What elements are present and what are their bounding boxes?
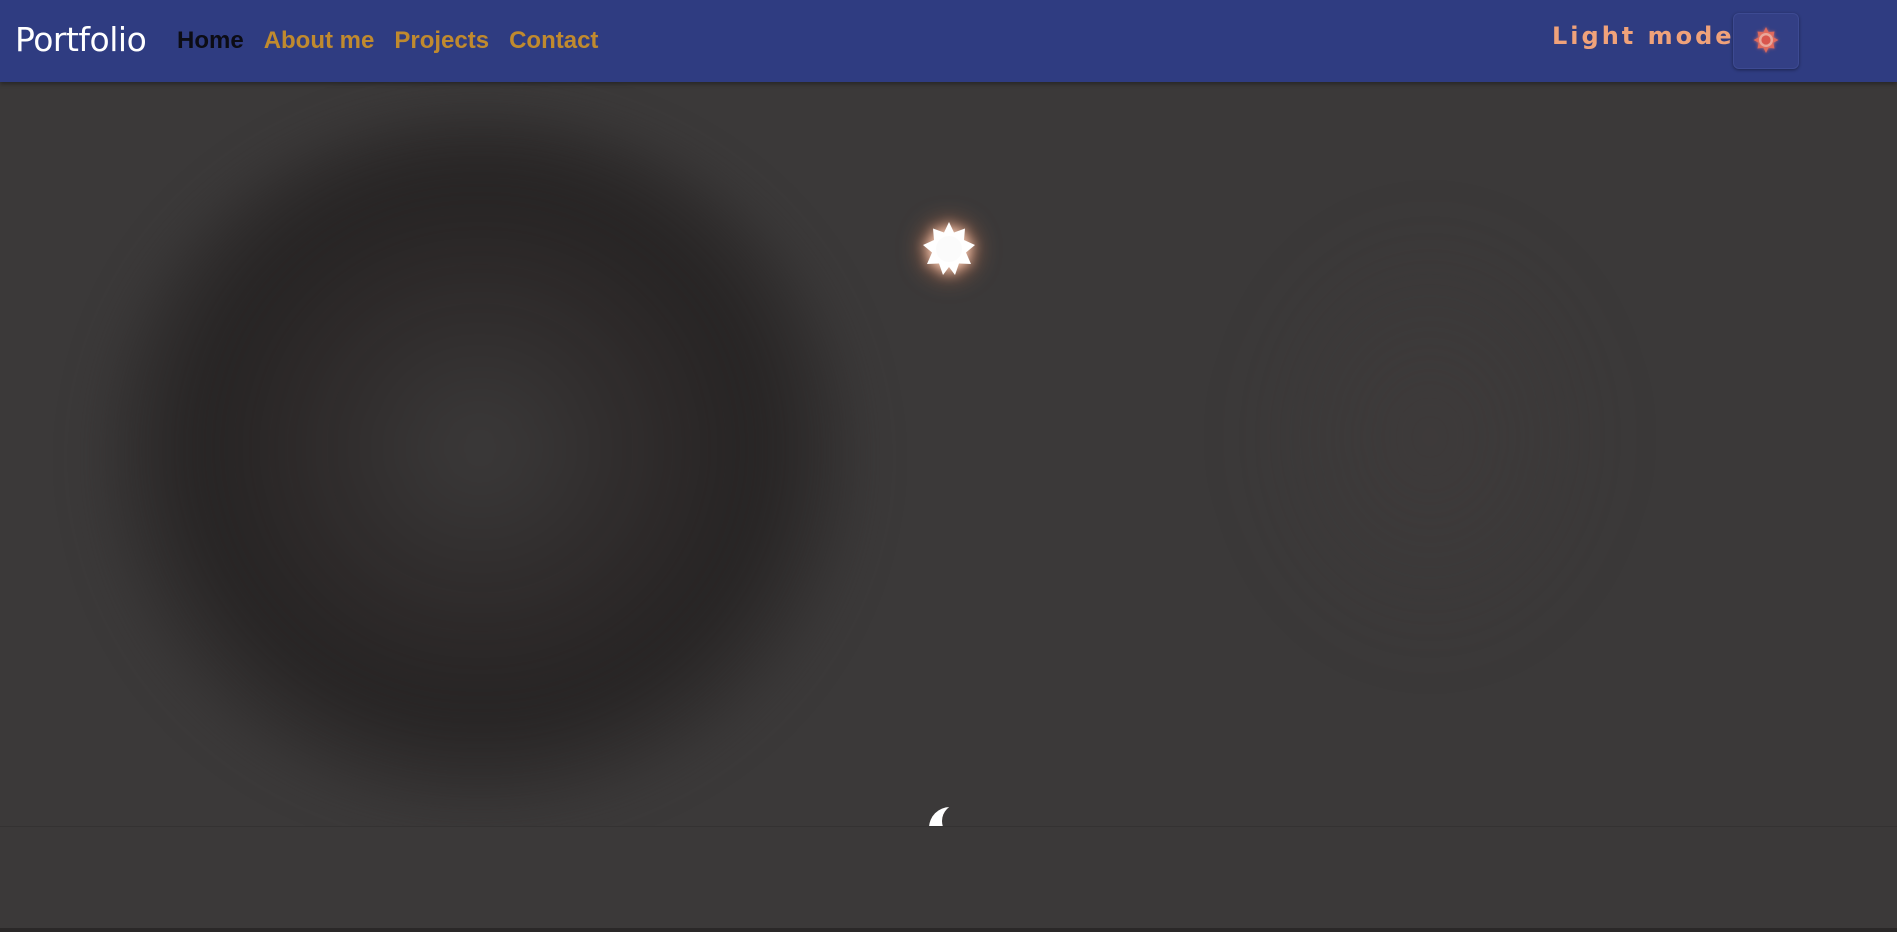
top-navbar: Portfolio Home About me Projects Contact…: [0, 0, 1897, 82]
nav-link-home[interactable]: Home: [177, 27, 244, 55]
nav-links: Home About me Projects Contact: [177, 27, 598, 55]
nav-link-contact[interactable]: Contact: [509, 27, 598, 55]
hero-section: [0, 82, 1897, 826]
sun-icon: [923, 222, 975, 275]
nav-link-about-me[interactable]: About me: [264, 27, 375, 55]
theme-toggle-button[interactable]: [1733, 13, 1799, 69]
blurred-background-shape: [1240, 212, 1620, 662]
sun-icon: [1753, 27, 1779, 53]
footer: [0, 826, 1897, 929]
moon-icon: [929, 807, 971, 826]
window-bottom-edge: [0, 928, 1897, 932]
blurred-background-shape: [100, 112, 860, 812]
nav-link-projects[interactable]: Projects: [394, 27, 489, 55]
theme-mode-label: Light mode: [1552, 22, 1735, 50]
brand-logo-link[interactable]: Portfolio: [15, 20, 147, 59]
